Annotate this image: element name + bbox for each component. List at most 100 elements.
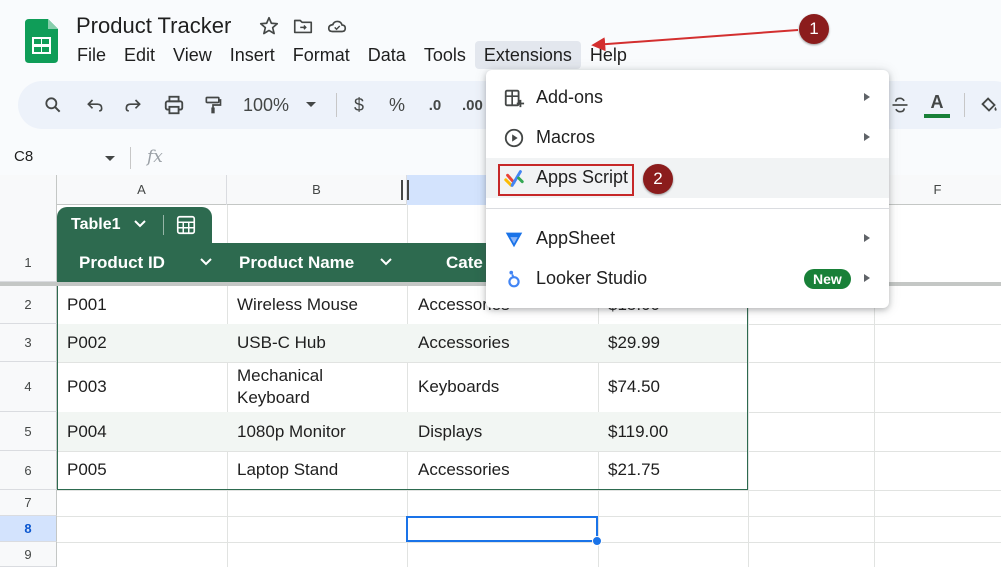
menu-item-add-ons[interactable]: Add-ons [486,78,889,118]
table-name: Table1 [71,216,121,233]
name-box-dropdown-icon[interactable] [104,150,116,168]
cell-product-id[interactable]: P004 [67,412,107,451]
sheets-logo-icon[interactable] [25,19,58,63]
step-1-callout: 1 [799,14,829,44]
cell-category[interactable]: Accessories [418,451,510,489]
cell-category[interactable]: Accessories [418,324,510,362]
table-name-tab[interactable]: Table1 [57,207,212,243]
cell-category[interactable]: Displays [418,412,482,451]
looker-studio-icon [508,270,520,288]
decrease-decimal-button[interactable]: .0 [420,81,450,129]
currency-format-button[interactable]: $ [348,81,370,129]
column-header-b[interactable]: B [227,175,407,205]
apps-script-highlight-box [498,164,634,196]
column-resize-handle[interactable] [401,180,409,200]
select-all-corner[interactable] [0,175,57,205]
decrease-decimal-label: .0 [428,96,442,114]
zoom-dropdown-icon[interactable] [301,81,321,129]
row-header-4[interactable]: 4 [0,362,57,412]
menu-item-label: Add-ons [536,87,604,107]
selected-cell-c8[interactable] [406,516,598,542]
macros-icon [504,128,524,148]
product-id-filter-chevron-icon[interactable] [199,257,213,267]
row-header-3[interactable]: 3 [0,324,57,362]
header-product-name[interactable]: Product Name [239,243,354,282]
addons-icon [504,89,525,108]
star-icon[interactable] [258,15,280,37]
column-header-a[interactable]: A [57,175,227,205]
fill-color-icon[interactable] [976,81,1001,129]
cell-price[interactable]: $119.00 [608,412,668,451]
menu-extensions[interactable]: Extensions [474,41,581,69]
row-header-2[interactable]: 2 [0,286,57,324]
menu-format[interactable]: Format [284,41,359,69]
table-body: P001 Wireless Mouse Accessories $15.00 P… [57,286,748,490]
cloud-saved-icon[interactable] [326,15,348,37]
cell-product-name[interactable]: Mechanical Keyboard [237,362,367,412]
row-header-8[interactable]: 8 [0,516,57,542]
column-header-f[interactable]: F [874,175,1001,205]
submenu-arrow-icon [864,234,870,242]
row-header-6[interactable]: 6 [0,451,57,490]
appsheet-icon [505,232,523,248]
row-header-5[interactable]: 5 [0,412,57,451]
menu-insert[interactable]: Insert [221,41,284,69]
menu-view[interactable]: View [164,41,221,69]
cell-price[interactable]: $29.99 [608,324,660,362]
menu-item-label: Macros [536,127,596,147]
menu-data[interactable]: Data [359,41,415,69]
menu-item-appsheet[interactable]: AppSheet [486,219,889,259]
cell-price[interactable]: $21.75 [608,451,660,489]
text-color-letter: A [930,91,944,112]
print-icon[interactable] [158,81,190,129]
cell-product-id[interactable]: P003 [67,362,107,412]
row-header-7[interactable]: 7 [0,490,57,516]
table-view-icon[interactable] [175,214,197,236]
header-category[interactable]: Cate [446,243,483,282]
percent-format-button[interactable]: % [386,81,408,129]
menu-tools[interactable]: Tools [415,41,475,69]
cell-product-id[interactable]: P002 [67,324,107,362]
menu-item-macros[interactable]: Macros [486,118,889,158]
menu-item-label: Looker Studio [536,268,648,288]
strikethrough-icon[interactable] [886,81,914,129]
undo-icon[interactable] [80,81,110,129]
menu-divider [486,208,889,209]
cell-product-name[interactable]: Laptop Stand [237,451,338,489]
fx-icon: fx [147,147,163,167]
cell-product-name[interactable]: USB-C Hub [237,324,326,362]
text-color-button[interactable]: A [922,81,952,129]
header-product-id[interactable]: Product ID [79,243,165,282]
cell-product-id[interactable]: P001 [67,286,107,324]
menu-item-label: AppSheet [536,228,616,248]
product-name-filter-chevron-icon[interactable] [379,257,393,267]
cell-product-name[interactable]: 1080p Monitor [237,412,346,451]
submenu-arrow-icon [864,274,870,282]
menu-help[interactable]: Help [581,41,636,69]
table-row: P005 Laptop Stand Accessories $21.75 [58,451,747,489]
cell-category[interactable]: Keyboards [418,362,499,412]
menu-edit[interactable]: Edit [115,41,164,69]
text-color-swatch [924,113,950,118]
redo-icon[interactable] [118,81,148,129]
row-header-9[interactable]: 9 [0,542,57,567]
submenu-arrow-icon [864,133,870,141]
cell-product-name[interactable]: Wireless Mouse [237,286,358,324]
document-title[interactable]: Product Tracker [76,13,231,39]
fill-handle[interactable] [592,536,602,546]
menu-file[interactable]: File [68,41,115,69]
paint-format-icon[interactable] [198,81,228,129]
submenu-arrow-icon [864,93,870,101]
name-box[interactable]: C8 [14,148,33,165]
move-folder-icon[interactable] [292,15,314,37]
menu-item-looker-studio[interactable]: Looker Studio New [486,259,889,299]
search-menus-icon[interactable] [36,81,70,129]
cell-price[interactable]: $74.50 [608,362,660,412]
row-header-1[interactable]: 1 [0,205,57,282]
cell-product-id[interactable]: P005 [67,451,107,489]
increase-decimal-label: .00 [462,96,483,114]
table-menu-chevron-icon[interactable] [133,219,147,229]
table-row: P002 USB-C Hub Accessories $29.99 [58,324,747,362]
zoom-select[interactable]: 100% [240,81,292,129]
table-row: P004 1080p Monitor Displays $119.00 [58,412,747,451]
